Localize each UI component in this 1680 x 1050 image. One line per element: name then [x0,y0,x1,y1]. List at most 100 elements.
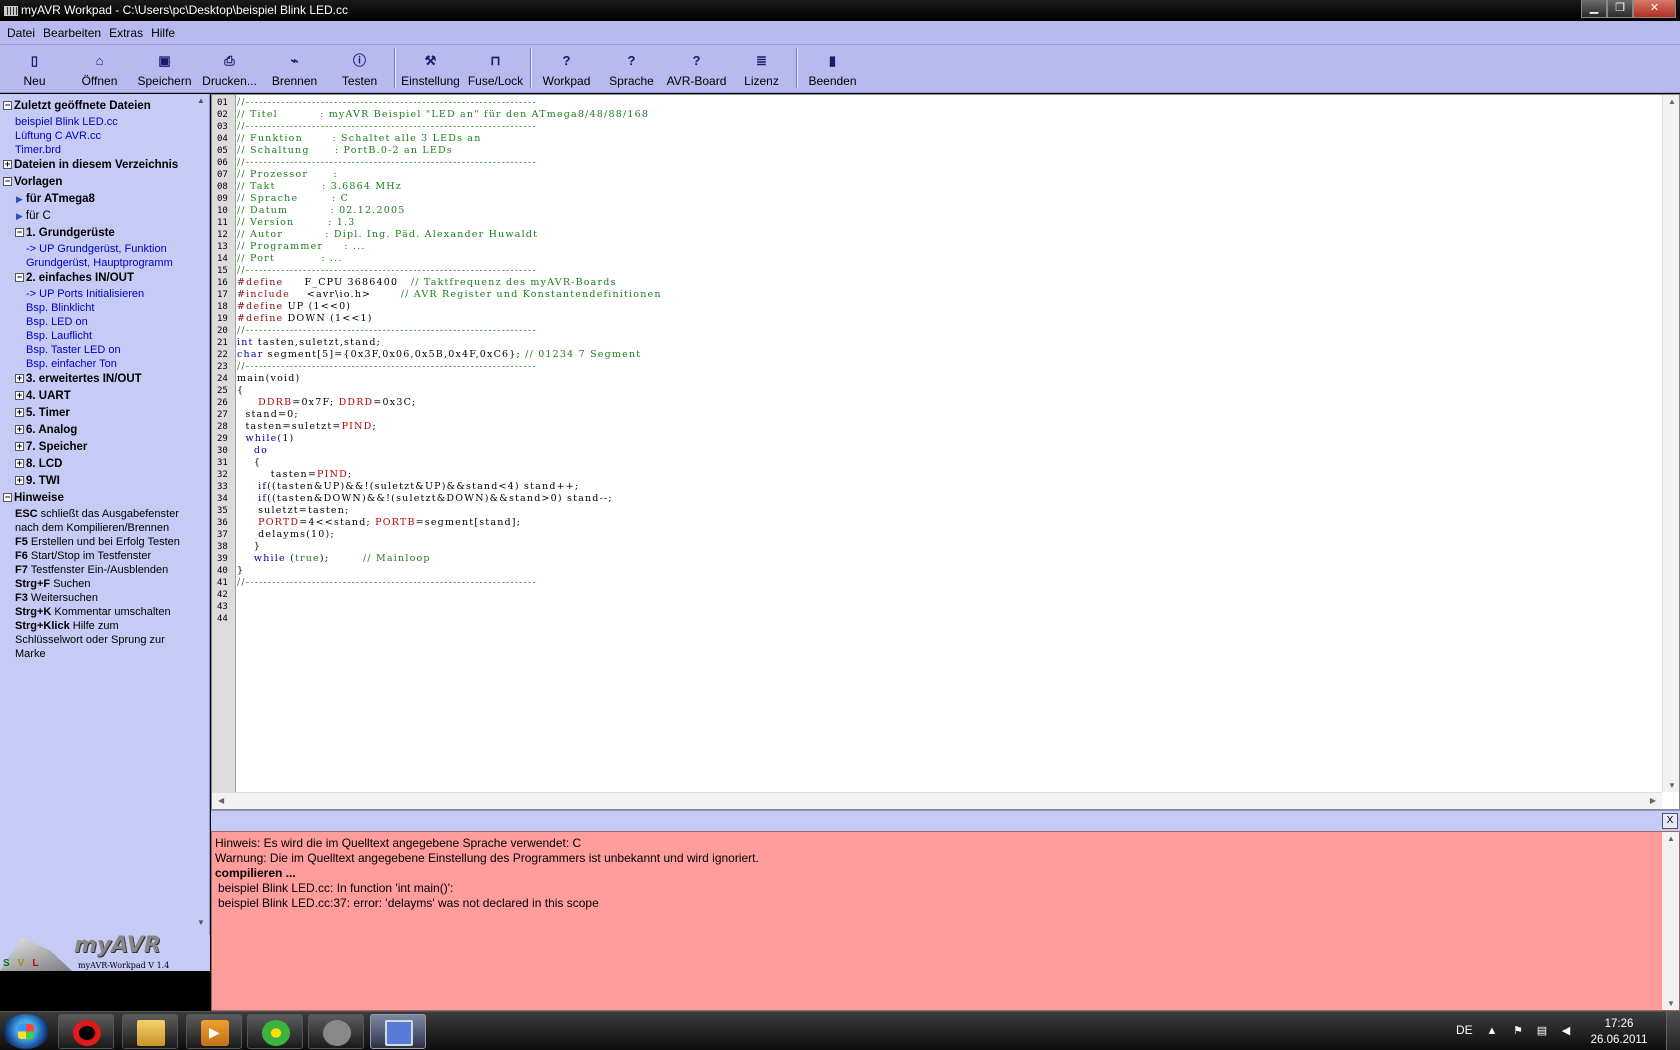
output-scrollbar[interactable]: ▲ ▼ [1662,832,1679,1010]
taskbar-tool-app[interactable] [308,1014,364,1049]
code-line[interactable]: 24 main(void) [212,373,1660,385]
code-line[interactable]: 04 // Funktion : Schaltet alle 3 LEDs an [212,133,1660,145]
code-line[interactable]: 29 while(1) [212,433,1660,445]
code-line[interactable]: 09 // Sprache : C [212,193,1660,205]
toolbar-open-folder-button[interactable]: ⌂ Öffnen [67,46,132,92]
code-line[interactable]: 05 // Schaltung : PortB.0-2 an LEDs [212,145,1660,157]
taskbar-opera-app[interactable] [58,1014,114,1049]
directory-files-node[interactable]: + Dateien in diesem Verzeichnis [0,157,193,174]
collapse-icon[interactable]: − [15,273,24,283]
template-group-item[interactable]: ▶ für ATmega8 [0,191,193,208]
code-line[interactable]: 03 //------------------------------------… [212,121,1660,133]
template-item[interactable]: Bsp. LED on [0,315,193,329]
code-line[interactable]: 37 delayms(10); [212,529,1660,541]
code-line[interactable]: 21 int tasten,suletzt,stand; [212,337,1660,349]
toolbar-certificate-button[interactable]: ≣ Lizenz [729,46,794,92]
code-line[interactable]: 10 // Datum : 02.12.2005 [212,205,1660,217]
template-section-node[interactable]: +7. Speicher [0,439,193,456]
toolbar-help-question-button[interactable]: ? Sprache [599,46,664,92]
close-button[interactable]: ✕ [1633,0,1676,18]
code-line[interactable]: 42 [212,589,1660,601]
scroll-up-icon[interactable]: ▲ [1668,97,1676,106]
recent-file-item[interactable]: Timer.brd [0,143,193,157]
menu-hilfe[interactable]: Hilfe [147,21,179,45]
template-section-node[interactable]: +4. UART [0,388,193,405]
code-line[interactable]: 02 // Titel : myAVR Beispiel "LED an" für… [212,109,1660,121]
toolbar-exit-door-button[interactable]: ▮ Beenden [800,46,865,92]
volume-icon[interactable]: ◀ [1559,1024,1573,1038]
expand-icon[interactable]: + [15,408,24,418]
toolbar-info-circle-button[interactable]: ⓘ Testen [327,46,392,92]
code-line[interactable]: 20 //------------------------------------… [212,325,1660,337]
toolbar-help-question-button[interactable]: ? Workpad [534,46,599,92]
expand-icon[interactable]: + [15,391,24,401]
code-line[interactable]: 41 //------------------------------------… [212,577,1660,589]
code-line[interactable]: 23 //------------------------------------… [212,361,1660,373]
code-line[interactable]: 08 // Takt : 3.6864 MHz [212,181,1660,193]
scroll-down-icon[interactable]: ▼ [1667,999,1675,1008]
code-line[interactable]: 14 // Port : ... [212,253,1660,265]
toolbar-floppy-disk-button[interactable]: ▣ Speichern [132,46,197,92]
expand-icon[interactable]: + [15,425,24,435]
expand-icon[interactable]: + [15,374,24,384]
code-line[interactable]: 28 tasten=suletzt=PIND; [212,421,1660,433]
expand-icon[interactable]: + [15,476,24,486]
template-item[interactable]: Bsp. einfacher Ton [0,357,193,371]
taskbar-icq-app[interactable] [247,1014,303,1049]
code-line[interactable]: 30 do [212,445,1660,457]
code-line[interactable]: 35 suletzt=tasten; [212,505,1660,517]
code-line[interactable]: 36 PORTD=4<<stand; PORTB=segment[stand]; [212,517,1660,529]
collapse-icon[interactable]: − [15,228,24,238]
template-section-node[interactable]: +9. TWI [0,473,193,490]
code-line[interactable]: 06 //------------------------------------… [212,157,1660,169]
menu-extras[interactable]: Extras [105,21,147,45]
app-icon[interactable] [4,6,18,16]
code-line[interactable]: 40} [212,565,1660,577]
taskbar-media-player-app[interactable] [186,1014,242,1049]
template-section-node[interactable]: +5. Timer [0,405,193,422]
scroll-down-icon[interactable]: ▼ [1668,781,1676,790]
template-section-node[interactable]: +3. erweitertes IN/OUT [0,371,193,388]
taskbar-explorer-app[interactable] [122,1014,178,1049]
collapse-icon[interactable]: − [3,493,12,503]
template-item[interactable]: Bsp. Lauflicht [0,329,193,343]
code-line[interactable]: 13 // Programmer : ... [212,241,1660,253]
toolbar-burn-chip-button[interactable]: ⌁ Brennen [262,46,327,92]
scroll-left-icon[interactable]: ◀ [218,796,224,805]
templates-node[interactable]: − Vorlagen [0,174,193,191]
expand-icon[interactable]: + [3,160,12,170]
menu-bearbeiten[interactable]: Bearbeiten [39,21,105,45]
recent-file-item[interactable]: Lüftung C AVR.cc [0,129,193,143]
code-line[interactable]: 34 if((tasten&DOWN)&&!(suletzt&DOWN)&&st… [212,493,1660,505]
expand-icon[interactable]: + [15,442,24,452]
basic-structures-node[interactable]: −1. Grundgerüste [0,225,193,242]
code-line[interactable]: 15 //------------------------------------… [212,265,1660,277]
code-line[interactable]: 12 // Autor : Dipl. Ing. Päd. Alexander H… [212,229,1660,241]
system-clock[interactable]: 17:26 26.06.2011 [1583,1016,1655,1048]
tray-expand-icon[interactable]: ▲ [1485,1024,1499,1038]
editor-horizontal-scrollbar[interactable]: ◀ ▶ [212,792,1662,809]
code-line[interactable]: 19 #define DOWN (1<<1) [212,313,1660,325]
template-item[interactable]: Grundgerüst, Hauptprogramm [0,256,193,270]
code-line[interactable]: 44 [212,613,1660,625]
recent-file-item[interactable]: beispiel Blink LED.cc [0,115,193,129]
template-item[interactable]: Bsp. Blinklicht [0,301,193,315]
code-editor[interactable]: 01 //------------------------------------… [211,94,1680,810]
scroll-up-icon[interactable]: ▲ [1667,834,1675,843]
source-code[interactable]: 01 //------------------------------------… [212,97,1660,792]
toolbar-new-file-button[interactable]: ▯ Neu [2,46,67,92]
template-section-node[interactable]: +6. Analog [0,422,193,439]
toolbar-padlock-button[interactable]: ⊓ Fuse/Lock [463,46,528,92]
code-line[interactable]: 18 #define UP (1<<0) [212,301,1660,313]
output-close-button[interactable]: X [1662,813,1678,829]
code-line[interactable]: 07 // Prozessor : [212,169,1660,181]
scroll-right-icon[interactable]: ▶ [1650,796,1656,805]
code-line[interactable]: 01 //------------------------------------… [212,97,1660,109]
scroll-up-icon[interactable]: ▲ [197,96,205,105]
code-line[interactable]: 43 [212,601,1660,613]
expand-icon[interactable]: + [15,459,24,469]
sidebar-scrollbar[interactable]: ▲ ▼ [193,94,209,967]
code-line[interactable]: 26 DDRB=0x7F; DDRD=0x3C; [212,397,1660,409]
menu-datei[interactable]: Datei [3,21,39,45]
maximize-button[interactable]: ❐ [1607,0,1633,18]
